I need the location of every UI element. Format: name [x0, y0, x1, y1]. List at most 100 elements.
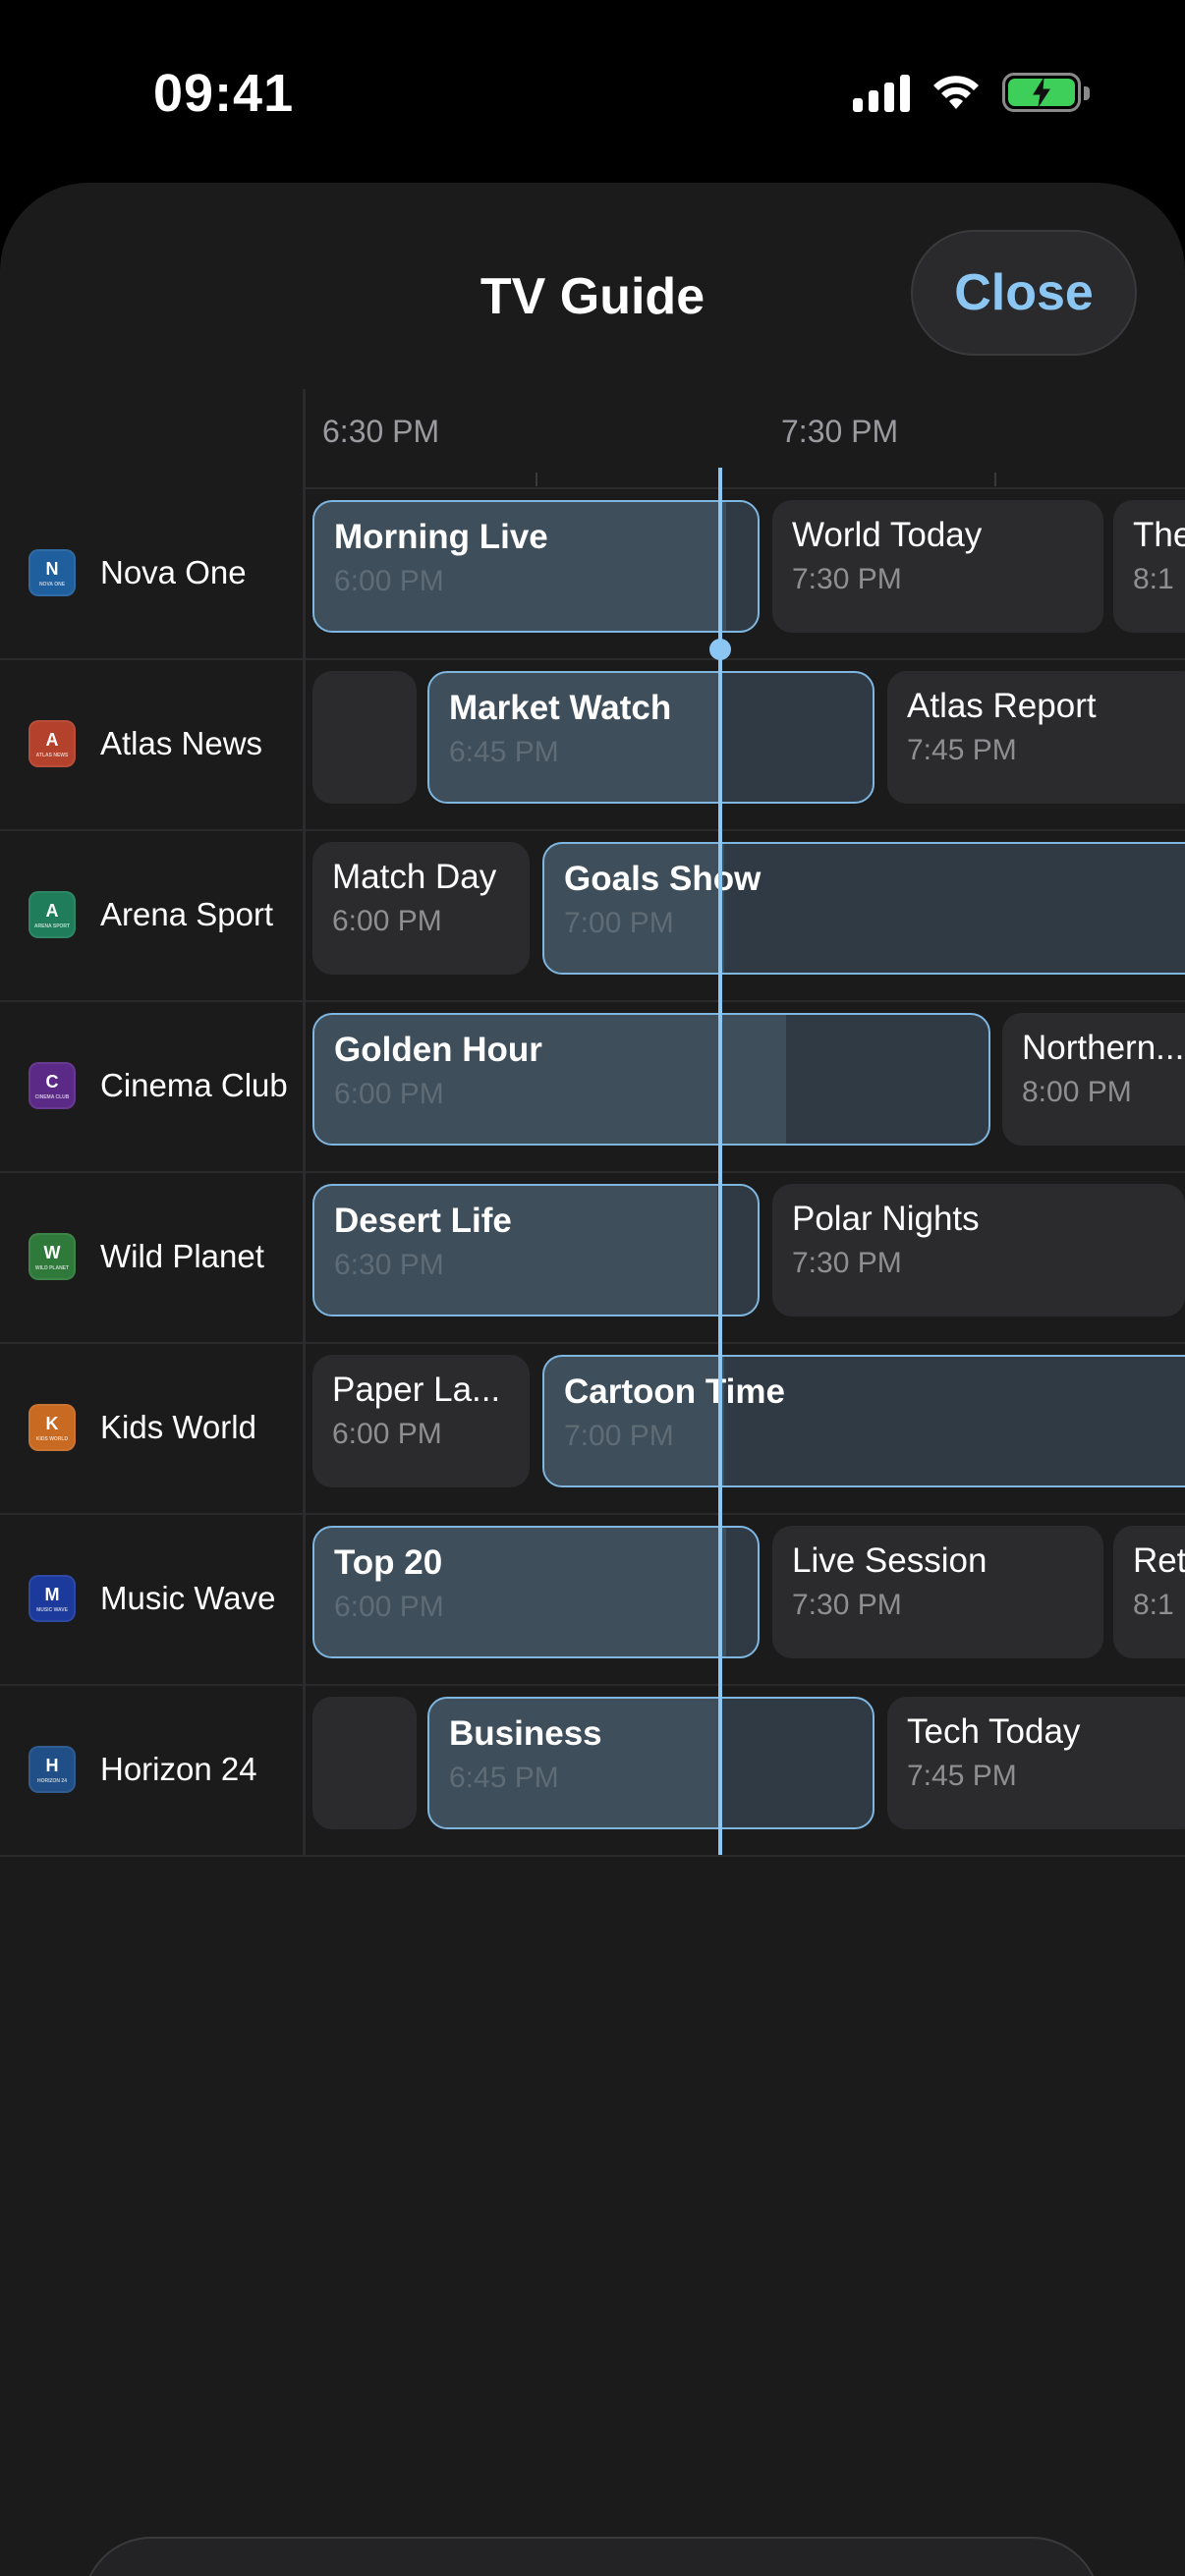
channel-logo-caption: HORIZON 24	[36, 1777, 67, 1784]
program-card[interactable]: Live Session 7:30 PM	[772, 1526, 1103, 1658]
tv-guide-grid[interactable]: 6:30 PM 7:30 PM N NOVA ONE Nova One Morning…	[0, 389, 1185, 1863]
program-card-current[interactable]: Cartoon Time 7:00 PM	[542, 1355, 1185, 1487]
timeline-tick	[994, 473, 996, 486]
program-card-current[interactable]: Market Watch 6:45 PM	[427, 671, 875, 804]
program-start-time: 8:1	[1133, 1589, 1174, 1621]
program-card-current[interactable]: Morning Live 6:00 PM	[312, 500, 760, 633]
timeline-tick-label: 7:30 PM	[781, 414, 899, 449]
channel-logo-letter: W	[43, 1242, 61, 1262]
program-title: Desert Life	[334, 1202, 512, 1240]
channel-logo: K KIDS WORLD	[28, 1404, 76, 1451]
channel-info[interactable]: N NOVA ONE Nova One	[0, 487, 303, 658]
channel-logo: W WILD PLANET	[28, 1233, 76, 1280]
channel-row: C CINEMA CLUB Cinema Club Golden Hour 6:00 P…	[0, 1000, 1185, 1173]
program-card[interactable]: Paper La... 6:00 PM	[312, 1355, 530, 1487]
channel-name: Nova One	[100, 554, 247, 590]
current-time-indicator	[718, 468, 722, 1855]
program-title: Top 20	[334, 1543, 443, 1582]
channel-row: H HORIZON 24 Horizon 24 Business 6:45 PM Tech…	[0, 1684, 1185, 1857]
channel-logo: C CINEMA CLUB	[28, 1062, 76, 1109]
channel-logo-caption: ARENA SPORT	[33, 923, 71, 929]
channel-info[interactable]: A ARENA SPORT Arena Sport	[0, 829, 303, 1000]
program-start-time: 6:00 PM	[334, 1078, 444, 1110]
program-start-time: 6:00 PM	[332, 1418, 442, 1450]
program-title: Match Day	[332, 858, 497, 896]
program-start-time: 7:30 PM	[792, 563, 902, 595]
channel-row: W WILD PLANET Wild Planet Desert Life 6:30 P…	[0, 1171, 1185, 1344]
channel-row: A ATLAS NEWS Atlas News Market Watch 6:45 PM…	[0, 658, 1185, 831]
program-start-time: 7:45 PM	[907, 734, 1017, 766]
channel-row: N NOVA ONE Nova One Morning Live 6:00 PM Worl…	[0, 487, 1185, 660]
channel-logo-letter: K	[45, 1413, 59, 1433]
channel-name: Arena Sport	[100, 896, 274, 932]
channel-row: M MUSIC WAVE Music Wave Top 20 6:00 PM Live S…	[0, 1513, 1185, 1686]
program-title: The	[1133, 516, 1185, 554]
program-card[interactable]	[312, 671, 417, 804]
program-start-time: 7:30 PM	[792, 1247, 902, 1279]
program-title: Polar Nights	[792, 1200, 980, 1238]
program-card[interactable]: Match Day 6:00 PM	[312, 842, 530, 975]
program-title: Atlas Report	[907, 687, 1097, 725]
program-card-current[interactable]: Goals Show 7:00 PM	[542, 842, 1185, 975]
program-card[interactable]: World Today 7:30 PM	[772, 500, 1103, 633]
channel-name: Kids World	[100, 1409, 256, 1445]
channel-search-bar[interactable]	[83, 2537, 1100, 2576]
program-start-time: 6:30 PM	[334, 1249, 444, 1281]
channel-logo: H HORIZON 24	[28, 1746, 76, 1793]
program-card-current[interactable]: Desert Life 6:30 PM	[312, 1184, 760, 1316]
program-title: Northern...	[1022, 1029, 1185, 1067]
channel-logo-letter: C	[45, 1071, 59, 1092]
program-start-time: 7:45 PM	[907, 1760, 1017, 1792]
program-title: Business	[449, 1714, 602, 1753]
channel-info[interactable]: C CINEMA CLUB Cinema Club	[0, 1000, 303, 1171]
channel-logo-letter: A	[45, 729, 59, 750]
channel-logo-caption: WILD PLANET	[34, 1264, 70, 1271]
channel-logo: N NOVA ONE	[28, 549, 76, 596]
channel-info[interactable]: A ATLAS NEWS Atlas News	[0, 658, 303, 829]
battery-charging-icon	[1002, 73, 1090, 112]
channel-row: K KIDS WORLD Kids World Paper La... 6:00 PM C…	[0, 1342, 1185, 1515]
channel-info[interactable]: H HORIZON 24 Horizon 24	[0, 1684, 303, 1855]
channel-info[interactable]: K KIDS WORLD Kids World	[0, 1342, 303, 1513]
program-title: Tech Today	[907, 1712, 1081, 1751]
channel-logo: A ATLAS NEWS	[28, 720, 76, 767]
program-start-time: 7:30 PM	[792, 1589, 902, 1621]
channel-name: Cinema Club	[100, 1067, 288, 1103]
program-start-time: 8:00 PM	[1022, 1076, 1132, 1108]
channel-info[interactable]: W WILD PLANET Wild Planet	[0, 1171, 303, 1342]
program-title: Morning Live	[334, 518, 548, 556]
channel-logo-letter: H	[45, 1755, 59, 1775]
program-card-current[interactable]: Golden Hour 6:00 PM	[312, 1013, 990, 1146]
program-title: World Today	[792, 516, 983, 554]
channel-logo-letter: A	[45, 900, 59, 921]
channel-name: Atlas News	[100, 725, 263, 761]
timeline-header: 6:30 PM 7:30 PM	[305, 389, 1185, 489]
program-card-current[interactable]: Top 20 6:00 PM	[312, 1526, 760, 1658]
program-start-time: 6:00 PM	[332, 905, 442, 937]
channel-logo-letter: M	[44, 1584, 60, 1604]
program-card[interactable]: Tech Today 7:45 PM	[887, 1697, 1185, 1829]
channel-row: A ARENA SPORT Arena Sport Match Day 6:00 PM G…	[0, 829, 1185, 1002]
program-card[interactable]: Polar Nights 7:30 PM	[772, 1184, 1185, 1316]
timeline-tick	[536, 473, 537, 486]
program-title: Ret	[1133, 1541, 1185, 1580]
channel-info[interactable]: M MUSIC WAVE Music Wave	[0, 1513, 303, 1684]
channel-logo-letter: N	[45, 558, 59, 579]
program-title: Goals Show	[564, 860, 762, 898]
program-card[interactable]	[312, 1697, 417, 1829]
current-time-dot	[709, 639, 731, 660]
program-start-time: 7:00 PM	[564, 1420, 674, 1452]
program-card[interactable]: Ret 8:1	[1113, 1526, 1185, 1658]
program-start-time: 6:00 PM	[334, 1591, 444, 1623]
program-card[interactable]: Northern... 8:00 PM	[1002, 1013, 1185, 1146]
program-start-time: 6:45 PM	[449, 1762, 559, 1794]
close-button[interactable]: Close	[911, 230, 1137, 356]
program-card[interactable]: Atlas Report 7:45 PM	[887, 671, 1185, 804]
tv-guide-sheet: TV Guide Close 6:30 PM 7:30 PM N NOVA ONE…	[0, 183, 1185, 2576]
channel-logo: M MUSIC WAVE	[28, 1575, 76, 1622]
program-start-time: 6:45 PM	[449, 736, 559, 768]
channel-name: Horizon 24	[100, 1751, 257, 1787]
program-card-current[interactable]: Business 6:45 PM	[427, 1697, 875, 1829]
program-card[interactable]: The 8:1	[1113, 500, 1185, 633]
channel-logo-caption: NOVA ONE	[38, 581, 66, 588]
